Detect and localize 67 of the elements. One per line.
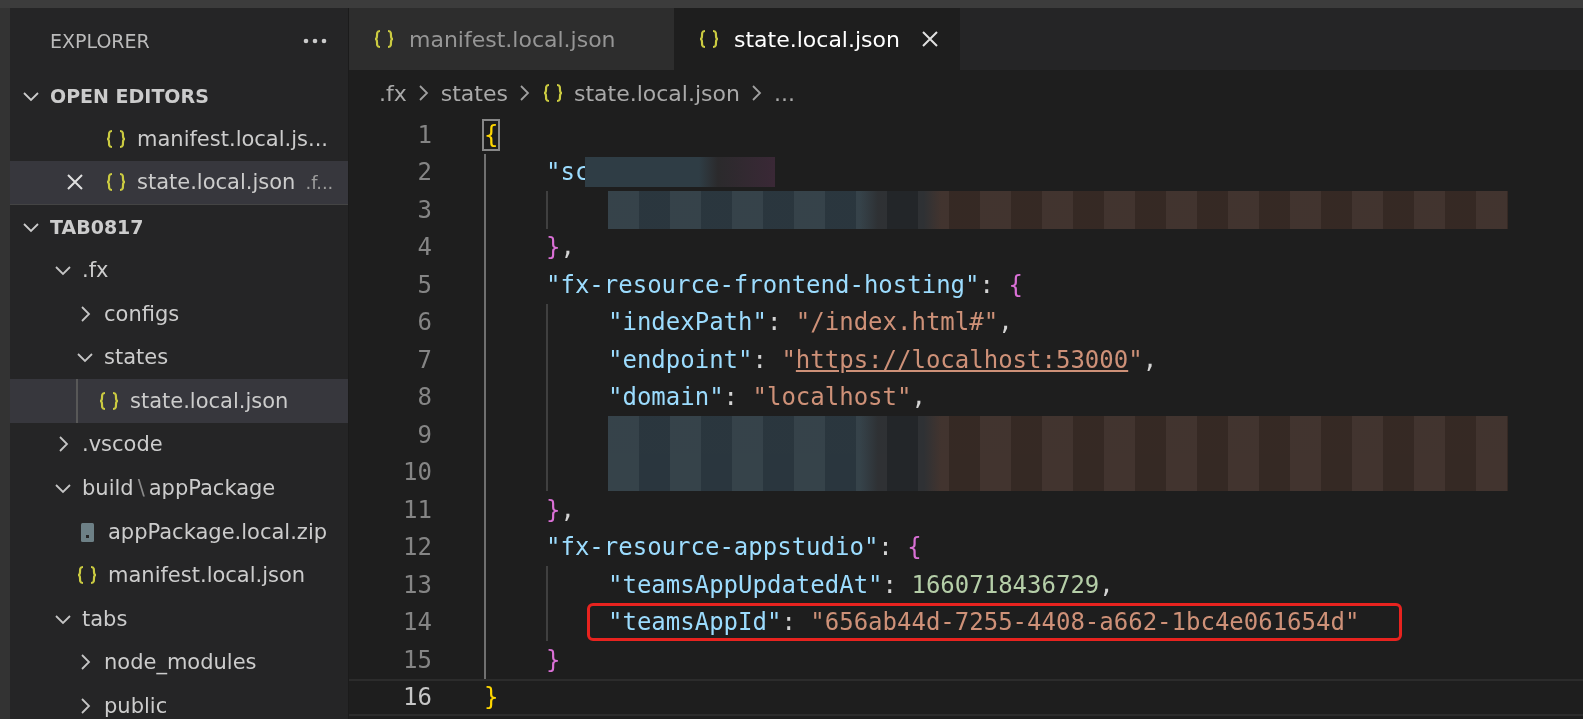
code-line: "fx-resource-frontend-hosting": { <box>546 270 1023 299</box>
open-editor-item[interactable]: manifest.local.js... <box>10 117 348 161</box>
chevron-right-icon <box>517 83 532 103</box>
line-number: 13 <box>402 570 433 599</box>
code-line: }, <box>546 233 575 262</box>
braces-icon <box>541 82 564 104</box>
line-number: 15 <box>402 645 433 674</box>
code-line: "endpoint": "https://localhost:53000", <box>608 345 1158 374</box>
breadcrumb-item[interactable]: .fx <box>379 80 407 106</box>
line-number: 16 <box>402 683 433 712</box>
section-header[interactable]: TAB0817 <box>10 204 348 249</box>
file-path: .f... <box>305 171 334 193</box>
code-line: } <box>546 645 561 674</box>
code-line: "sc <box>546 158 590 187</box>
editor-tab[interactable]: state.local.json <box>674 8 960 70</box>
line-number: 1 <box>416 120 433 149</box>
braces-icon <box>698 28 720 50</box>
folder-item[interactable]: .fx <box>10 248 348 292</box>
line-number: 8 <box>416 383 433 412</box>
url-link[interactable]: https://localhost:53000 <box>795 345 1129 374</box>
folder-item[interactable]: build \ appPackage <box>10 466 348 510</box>
line-number: 4 <box>416 233 433 262</box>
code-line: }, <box>546 495 575 524</box>
code-line: "domain": "localhost", <box>608 383 926 412</box>
editor-tab[interactable]: manifest.local.json <box>349 8 674 70</box>
section-header[interactable]: OPEN EDITORS <box>10 74 348 117</box>
braces-icon <box>105 171 127 194</box>
file-item[interactable]: appPackage.local.zip <box>10 509 348 554</box>
breadcrumb-item[interactable]: state.local.json <box>573 80 740 106</box>
chevron-right-icon <box>749 83 764 103</box>
folder-item[interactable]: tabs <box>10 596 348 641</box>
close-icon <box>919 29 940 49</box>
folder-item[interactable]: configs <box>10 291 348 336</box>
more-icon <box>302 37 328 45</box>
folder-item[interactable]: public <box>10 684 348 719</box>
code-line: "teamsAppId": "656ab44d-7255-4408-a662-1bc4e061654d" <box>608 608 1360 637</box>
code-line: } <box>484 683 499 712</box>
line-number: 11 <box>402 495 433 524</box>
open-editor-item[interactable]: state.local.json .f... <box>10 160 348 205</box>
folder-item[interactable]: .vscode <box>10 422 348 467</box>
folder-item[interactable]: node_modules <box>10 640 348 685</box>
line-number: 5 <box>416 270 433 299</box>
chevron-right-icon <box>416 83 431 103</box>
file-name: manifest.local.js... <box>137 126 329 151</box>
line-number: 7 <box>416 345 433 374</box>
line-number: 2 <box>416 158 433 187</box>
line-number: 6 <box>416 308 433 337</box>
folder-item[interactable]: states <box>10 335 348 379</box>
line-number: 10 <box>402 458 433 487</box>
breadcrumb-item[interactable]: ... <box>773 80 795 106</box>
file-item[interactable]: state.local.json <box>10 378 348 423</box>
line-number: 14 <box>402 608 433 637</box>
line-number: 3 <box>416 195 433 224</box>
code-line: "fx-resource-appstudio": { <box>546 533 922 562</box>
code-line: "teamsAppUpdatedAt": 1660718436729, <box>608 570 1114 599</box>
line-number: 9 <box>416 420 433 449</box>
braces-icon <box>373 28 395 50</box>
braces-icon <box>105 127 127 150</box>
file-item[interactable]: manifest.local.json <box>10 553 348 597</box>
code-line: "indexPath": "/index.html#", <box>608 308 1013 337</box>
file-name: state.local.json <box>137 170 296 195</box>
code-line: { <box>484 120 499 149</box>
line-number: 12 <box>402 533 433 562</box>
panel-title: EXPLORER <box>50 30 150 52</box>
braces-icon <box>98 389 120 412</box>
braces-icon <box>76 564 98 587</box>
breadcrumb-item[interactable]: states <box>440 80 508 106</box>
